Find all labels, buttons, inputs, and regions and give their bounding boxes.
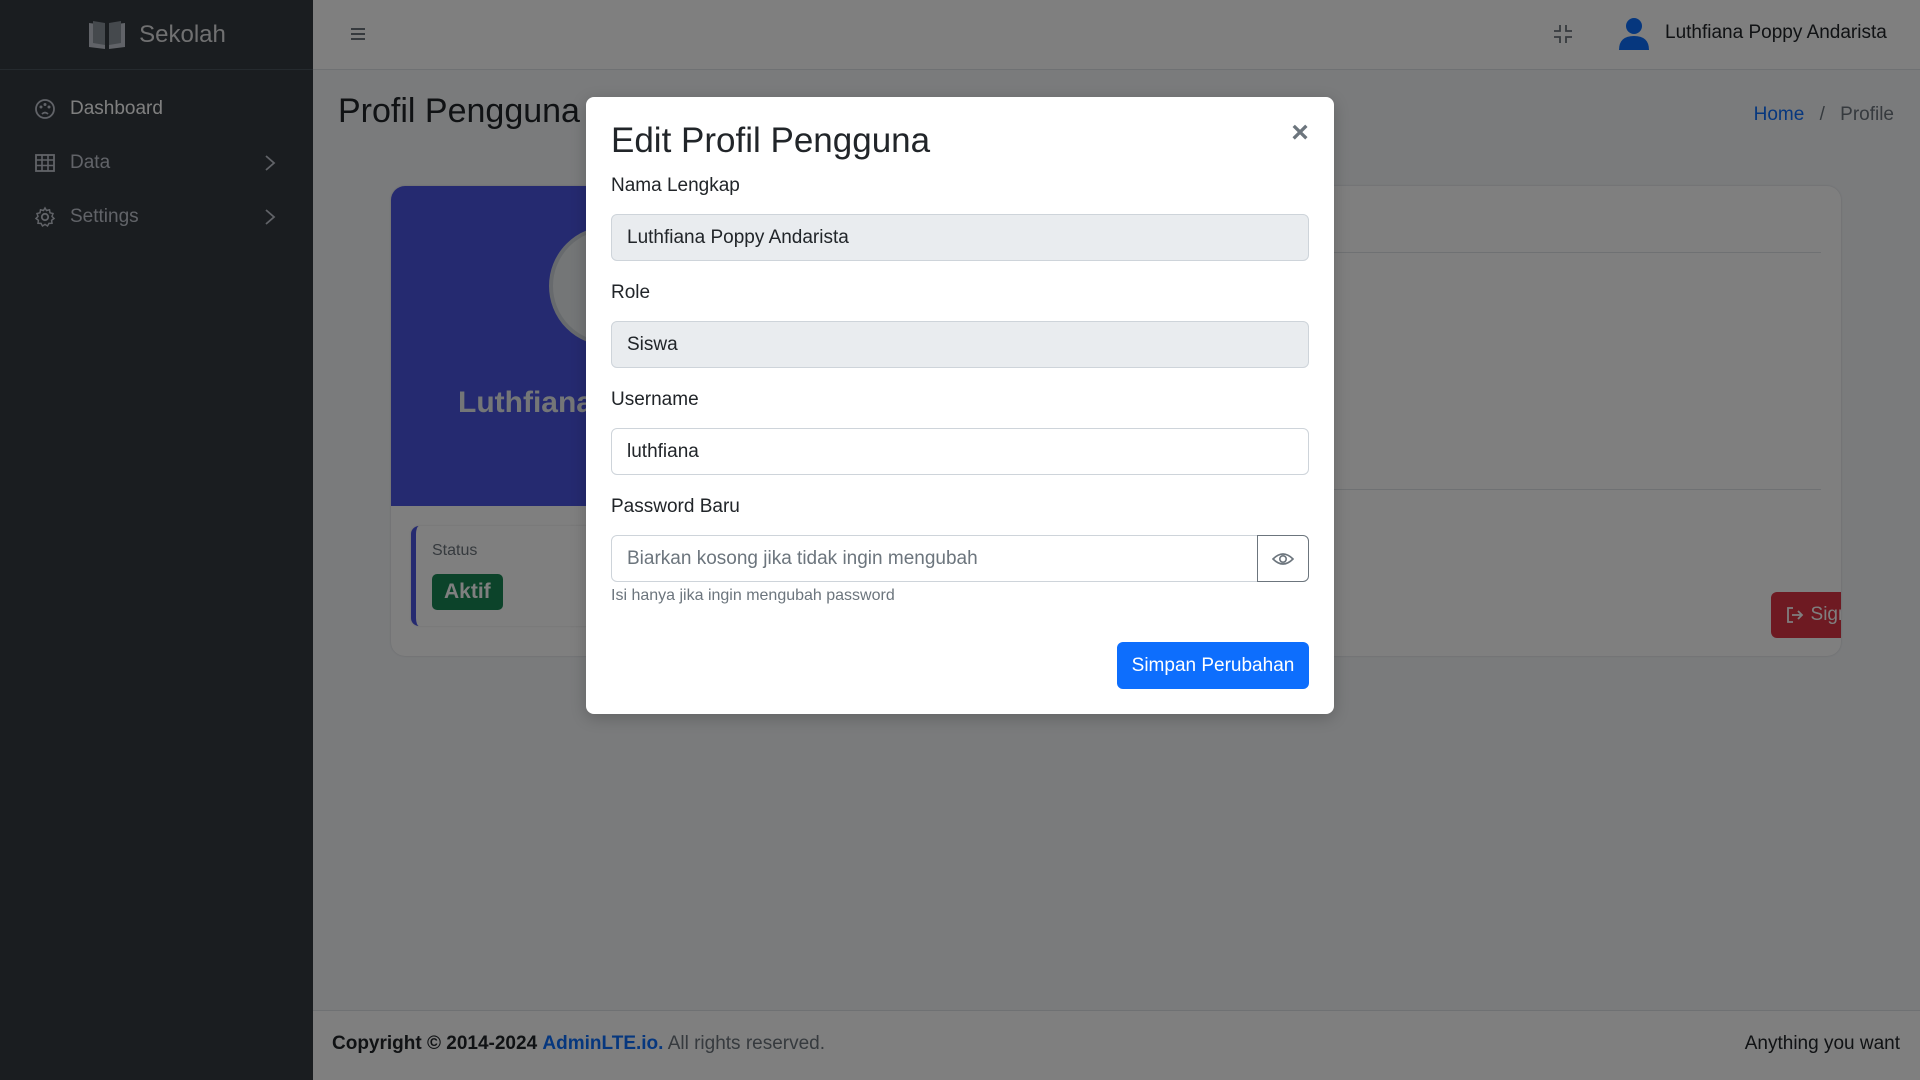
- username-label: Username: [611, 389, 699, 410]
- save-button[interactable]: Simpan Perubahan: [1117, 642, 1309, 689]
- username-field[interactable]: [611, 428, 1309, 475]
- eye-icon: [1272, 552, 1294, 565]
- modal-title: Edit Profil Pengguna: [611, 121, 931, 160]
- edit-profile-modal: Edit Profil Pengguna × Nama Lengkap Role…: [586, 97, 1334, 714]
- role-field[interactable]: [611, 321, 1309, 368]
- password-field[interactable]: [611, 535, 1258, 582]
- toggle-password-button[interactable]: [1257, 535, 1309, 582]
- close-icon[interactable]: ×: [1286, 118, 1314, 148]
- password-help-text: Isi hanya jika ingin mengubah password: [611, 587, 895, 604]
- nama-lengkap-label: Nama Lengkap: [611, 175, 740, 196]
- password-label: Password Baru: [611, 496, 740, 517]
- nama-lengkap-field[interactable]: [611, 214, 1309, 261]
- role-label: Role: [611, 282, 651, 303]
